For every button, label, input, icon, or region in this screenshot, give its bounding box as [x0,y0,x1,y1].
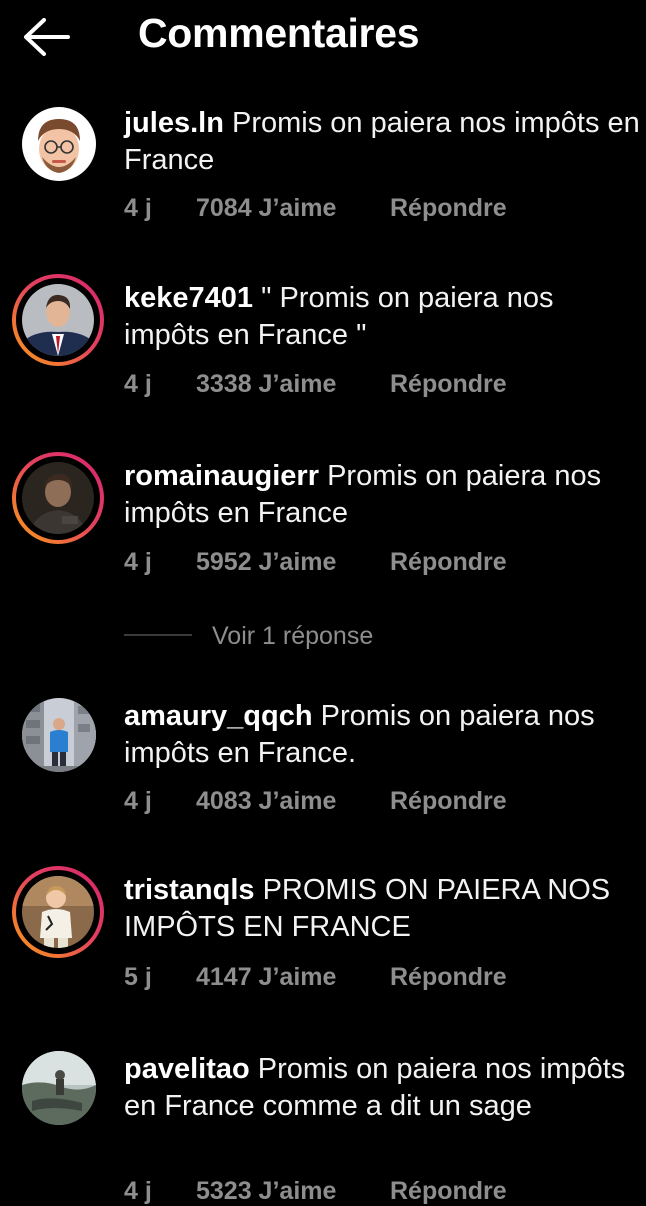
comment-text: amaury_qqch Promis on paiera nos impôts … [124,698,644,772]
comment-text: jules.ln Promis on paiera nos impôts en … [124,105,644,179]
comment-username[interactable]: pavelitao [124,1053,250,1085]
reply-button[interactable]: Répondre [390,787,507,816]
avatar[interactable] [12,274,104,366]
comment-age: 4 j [124,548,152,576]
top-bar: Commentaires [0,0,646,72]
comment-username[interactable]: keke7401 [124,282,253,314]
view-replies-label: Voir 1 réponse [212,622,374,650]
view-replies-button[interactable]: Voir 1 réponse [124,622,424,652]
comment-age: 4 j [124,194,152,222]
avatar[interactable] [12,105,104,197]
comment-likes[interactable]: 4083 J’aime [196,787,336,816]
comment-text: pavelitao Promis on paiera nos impôts en… [124,1051,644,1125]
comment-username[interactable]: amaury_qqch [124,700,313,732]
avatar[interactable] [12,1051,104,1143]
arrow-left-icon[interactable] [22,17,70,57]
reply-button[interactable]: Répondre [390,1177,507,1206]
replies-divider [124,634,192,636]
reply-button[interactable]: Répondre [390,963,507,992]
avatar[interactable] [12,698,104,790]
comment-age: 5 j [124,963,152,991]
avatar[interactable] [12,452,104,544]
comment-age: 4 j [124,370,152,398]
comment-username[interactable]: jules.ln [124,107,224,139]
avatar[interactable] [12,866,104,958]
comment-username[interactable]: tristanqls [124,874,255,906]
comment-age: 4 j [124,787,152,815]
comment-username[interactable]: romainaugierr [124,460,319,492]
comment-age: 4 j [124,1177,152,1205]
comment-likes[interactable]: 5952 J’aime [196,548,336,577]
comment-likes[interactable]: 4147 J’aime [196,963,336,992]
comment-likes[interactable]: 3338 J’aime [196,370,336,399]
comment-likes[interactable]: 5323 J’aime [196,1177,336,1206]
comment-likes[interactable]: 7084 J’aime [196,194,336,223]
comment-text: keke7401 " Promis on paiera nos impôts e… [124,280,644,354]
reply-button[interactable]: Répondre [390,548,507,577]
comment-text: tristanqls PROMIS ON PAIERA NOS IMPÔTS E… [124,872,644,946]
comment-text: romainaugierr Promis on paiera nos impôt… [124,458,644,532]
reply-button[interactable]: Répondre [390,370,507,399]
page-title: Commentaires [138,10,420,56]
reply-button[interactable]: Répondre [390,194,507,223]
